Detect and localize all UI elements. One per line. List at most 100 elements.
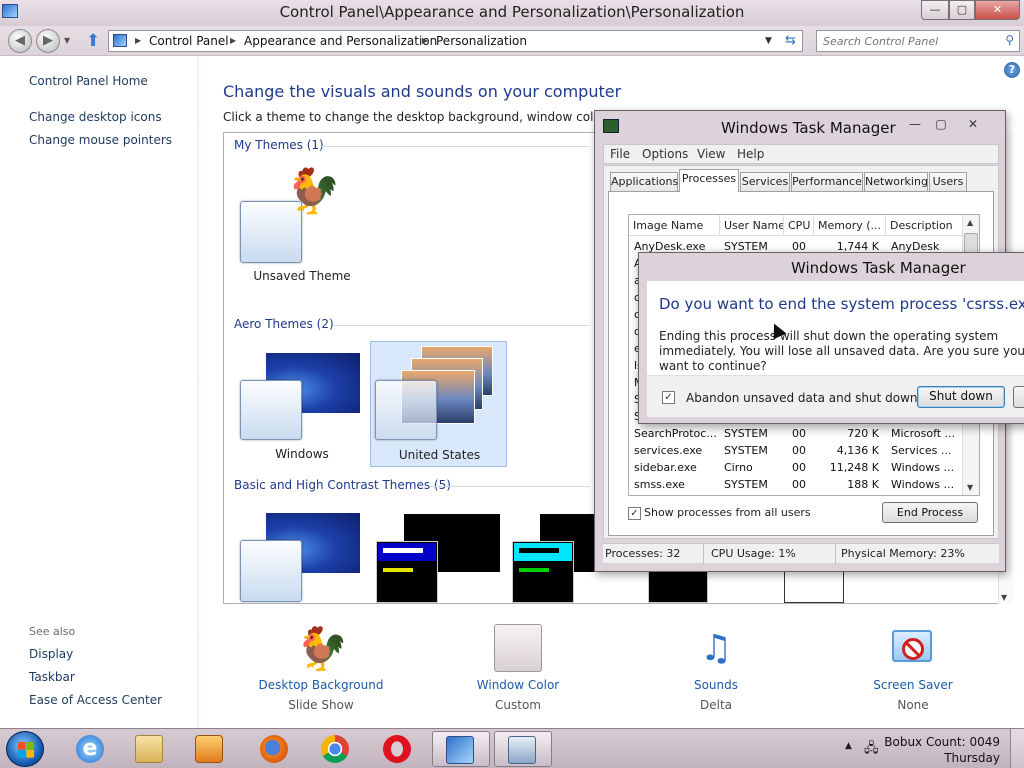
cell-user: Cirno	[724, 461, 753, 474]
maximize-button[interactable]: ▢	[949, 0, 975, 20]
cancel-button[interactable]	[1013, 386, 1024, 408]
shut-down-button[interactable]: Shut down	[917, 386, 1005, 408]
taskbar-internet-explorer[interactable]: e	[63, 731, 117, 767]
cell-cpu: 00	[792, 444, 806, 457]
tm-maximize-button[interactable]: ▢	[931, 116, 951, 134]
theme-windows-basic[interactable]	[236, 511, 368, 603]
table-row[interactable]: sidebar.exe Cirno 00 11,248 K Windows ...	[629, 459, 963, 476]
sounds-link[interactable]: Sounds	[651, 678, 781, 692]
scroll-up-icon[interactable]: ▲	[967, 218, 973, 227]
back-button[interactable]: ◀	[8, 29, 32, 53]
search-box[interactable]: ⚲	[816, 30, 1020, 52]
show-desktop-button[interactable]	[1010, 729, 1024, 768]
breadcrumb-personalization[interactable]: Personalization	[436, 34, 527, 48]
dialog-body: Do you want to end the system process 'c…	[647, 281, 1024, 417]
chrome-icon	[321, 735, 349, 763]
left-nav-pane: Control Panel Home Change desktop icons …	[0, 57, 201, 728]
close-button[interactable]: ✕	[975, 0, 1020, 20]
clock-line-2[interactable]: Thursday	[944, 751, 1000, 765]
tab-networking[interactable]: Networking	[864, 172, 928, 191]
tm-close-button[interactable]: ✕	[959, 116, 987, 134]
table-row[interactable]: smss.exe SYSTEM 00 188 K Windows ...	[629, 476, 963, 493]
sounds-icon: ♫	[699, 628, 733, 669]
taskbar-media-player[interactable]	[182, 731, 236, 767]
scroll-down-icon[interactable]: ▼	[967, 483, 973, 492]
table-row[interactable]: services.exe SYSTEM 00 4,136 K Services ...	[629, 442, 963, 459]
change-mouse-pointers-link[interactable]: Change mouse pointers	[29, 133, 172, 147]
cell-user: SYSTEM	[724, 478, 768, 491]
desktop-background-link[interactable]: Desktop Background	[256, 678, 386, 692]
menu-file[interactable]: File	[610, 147, 630, 161]
display-link[interactable]: Display	[29, 647, 73, 661]
cell-desc: Windows ...	[891, 461, 955, 474]
navigation-bar: ◀ ▶ ▼ ⬆ ▶ Control Panel ▶ Appearance and…	[0, 26, 1024, 56]
screen-saver-option[interactable]: Screen Saver None	[848, 624, 978, 712]
tab-processes[interactable]: Processes	[679, 169, 739, 192]
theme-windows[interactable]: Windows	[234, 343, 370, 467]
taskbar-opera[interactable]	[370, 731, 424, 767]
clock-line-1[interactable]: Bobux Count: 0049	[884, 735, 1000, 749]
refresh-icon[interactable]: ⇆	[785, 33, 796, 48]
tab-users[interactable]: Users	[929, 172, 967, 191]
breadcrumb-separator-icon[interactable]: ▶	[422, 36, 428, 45]
breadcrumb-control-panel[interactable]: Control Panel	[149, 34, 229, 48]
start-button[interactable]	[6, 731, 44, 767]
cell-mem: 720 K	[847, 427, 879, 440]
column-image-name[interactable]: Image Name	[629, 215, 720, 236]
taskbar: e ▲ 🖧 Bobux Count: 0049 Thursday	[0, 728, 1024, 768]
abandon-data-checkbox[interactable]: ✓	[662, 391, 675, 404]
cell-user: SYSTEM	[724, 444, 768, 457]
tab-performance[interactable]: Performance	[791, 172, 863, 191]
recent-pages-dropdown[interactable]: ▼	[64, 36, 70, 45]
taskbar-link[interactable]: Taskbar	[29, 670, 75, 684]
column-description[interactable]: Description	[886, 215, 963, 236]
column-cpu[interactable]: CPU	[784, 215, 814, 236]
tab-services[interactable]: Services	[740, 172, 790, 191]
show-all-processes-checkbox[interactable]: ✓	[628, 507, 641, 520]
address-bar[interactable]: ▶ Control Panel ▶ Appearance and Persona…	[108, 30, 803, 52]
desktop-background-option[interactable]: 🐓 Desktop Background Slide Show	[256, 624, 386, 712]
search-input[interactable]	[823, 32, 993, 50]
address-dropdown-icon[interactable]: ▼	[765, 36, 772, 46]
up-arrow-icon[interactable]: ⬆	[86, 31, 100, 51]
taskbar-explorer[interactable]	[122, 731, 176, 767]
end-process-button[interactable]: End Process	[882, 502, 978, 523]
tm-minimize-button[interactable]: —	[905, 116, 925, 134]
taskbar-control-panel[interactable]	[432, 731, 490, 767]
window-color-option[interactable]: Window Color Custom	[453, 624, 583, 712]
column-user-name[interactable]: User Name	[720, 215, 784, 236]
cell-cpu: 00	[792, 427, 806, 440]
control-panel-home-link[interactable]: Control Panel Home	[29, 74, 148, 88]
forward-button[interactable]: ▶	[36, 29, 60, 53]
change-desktop-icons-link[interactable]: Change desktop icons	[29, 110, 162, 124]
column-memory[interactable]: Memory (...	[814, 215, 886, 236]
theme-united-states[interactable]: United States	[370, 341, 507, 467]
dialog-footer: ✓ Abandon unsaved data and shut down. Sh…	[647, 375, 1024, 417]
minimize-button[interactable]: —	[921, 0, 949, 20]
breadcrumb-separator-icon[interactable]: ▶	[135, 36, 141, 45]
breadcrumb-appearance[interactable]: Appearance and Personalization	[244, 34, 437, 48]
screen-saver-link[interactable]: Screen Saver	[848, 678, 978, 692]
search-icon[interactable]: ⚲	[1005, 33, 1014, 47]
menu-view[interactable]: View	[697, 147, 725, 161]
network-icon[interactable]: 🖧	[864, 739, 879, 761]
back-arrow-icon: ◀	[15, 33, 25, 48]
taskbar-chrome[interactable]	[308, 731, 362, 767]
group-basic-themes: Basic and High Contrast Themes (5)	[234, 478, 451, 492]
window-color-link[interactable]: Window Color	[453, 678, 583, 692]
sounds-option[interactable]: ♫ Sounds Delta	[651, 624, 781, 712]
taskbar-firefox[interactable]	[247, 731, 301, 767]
tab-applications[interactable]: Applications	[610, 172, 678, 191]
cell-name: SearchProtoc...	[634, 427, 717, 440]
breadcrumb-separator-icon[interactable]: ▶	[230, 36, 236, 45]
help-icon[interactable]: ?	[1004, 62, 1020, 78]
menu-help[interactable]: Help	[737, 147, 764, 161]
show-hidden-icons-icon[interactable]: ▲	[845, 741, 852, 751]
menu-options[interactable]: Options	[642, 147, 688, 161]
table-row[interactable]: SearchProtoc... SYSTEM 00 720 K Microsoft ..…	[629, 425, 963, 442]
theme-unsaved[interactable]: 🐓 Unsaved Theme	[236, 165, 368, 285]
ease-of-access-link[interactable]: Ease of Access Center	[29, 693, 162, 707]
taskbar-task-manager[interactable]	[494, 731, 552, 767]
internet-explorer-icon: e	[76, 735, 104, 763]
theme-high-contrast-1[interactable]	[374, 511, 504, 603]
